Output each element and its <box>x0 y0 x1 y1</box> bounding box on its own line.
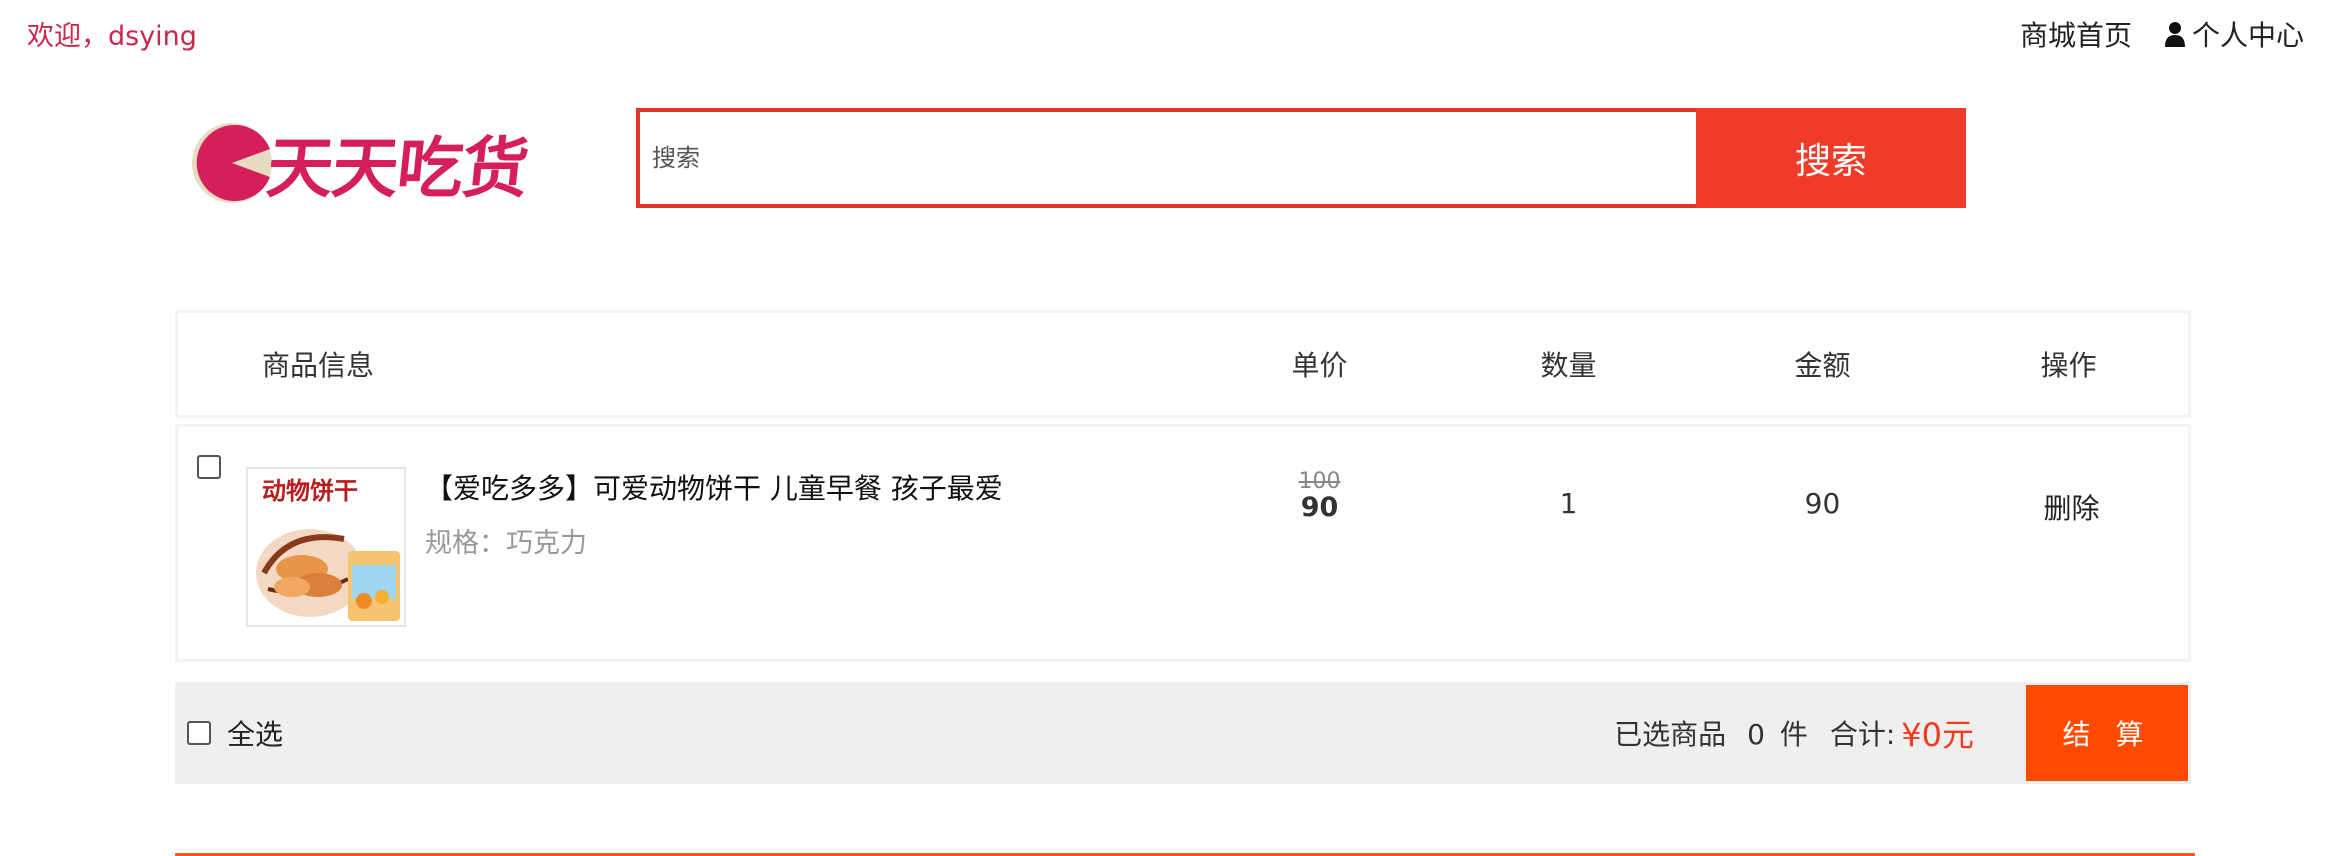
col-header-quantity: 数量 <box>1540 349 1597 382</box>
checkout-button[interactable]: 结 算 <box>2026 685 2188 781</box>
cart-table: 商品信息 单价 数量 金额 操作 动物饼干 【爱吃多多】可爱动物饼干 儿童早餐 … <box>175 310 2191 784</box>
col-header-price: 单价 <box>1291 349 1348 382</box>
cart-footer: 全选 已选商品 0 件 合计: ¥0元 结 算 <box>175 682 2191 784</box>
logo-text: 天天吃货 <box>263 129 532 207</box>
home-link[interactable]: 商城首页 <box>2020 14 2132 54</box>
top-links: 商城首页 个人中心 <box>2020 14 2304 54</box>
search-input[interactable] <box>636 108 1696 208</box>
col-header-action: 操作 <box>2040 349 2097 382</box>
select-all[interactable]: 全选 <box>175 713 283 753</box>
col-header-info: 商品信息 <box>262 349 375 382</box>
item-sale-price: 90 <box>1300 492 1339 523</box>
site-logo[interactable]: 天天吃货 <box>190 118 562 208</box>
selected-label: 已选商品 <box>1614 718 1727 751</box>
item-checkbox[interactable] <box>197 455 221 479</box>
item-title[interactable]: 【爱吃多多】可爱动物饼干 儿童早餐 孩子最爱 <box>425 467 1003 507</box>
selected-count: 0 <box>1747 718 1765 751</box>
selected-summary: 已选商品 0 件 <box>1614 713 1808 753</box>
logo-pacman-icon <box>192 123 272 203</box>
user-center-label: 个人中心 <box>2191 19 2304 52</box>
selected-unit: 件 <box>1779 718 1808 751</box>
item-quantity: 1 <box>1559 487 1578 520</box>
search-box: 搜索 <box>636 108 1966 208</box>
delete-button[interactable]: 删除 <box>1949 487 2194 527</box>
total-value: ¥0元 <box>1901 716 1974 754</box>
welcome-text: 欢迎，dsying <box>27 21 197 52</box>
cart-item-row: 动物饼干 【爱吃多多】可爱动物饼干 儿童早餐 孩子最爱 规格：巧克力 100 9… <box>175 424 2191 662</box>
user-center-link[interactable]: 个人中心 <box>2164 14 2304 54</box>
cookie-product-image: 动物饼干 <box>248 469 404 625</box>
item-spec: 规格：巧克力 <box>425 528 587 559</box>
cart-header: 商品信息 单价 数量 金额 操作 <box>175 310 2191 418</box>
col-header-amount: 金额 <box>1794 349 1851 382</box>
item-thumbnail[interactable]: 动物饼干 <box>246 467 406 627</box>
user-icon <box>2164 22 2185 47</box>
select-all-label: 全选 <box>227 718 284 751</box>
select-all-checkbox[interactable] <box>187 721 211 745</box>
total-label: 合计: <box>1829 718 1896 751</box>
item-price: 100 90 <box>1198 469 1441 523</box>
search-button[interactable]: 搜索 <box>1696 108 1966 208</box>
thumb-brand-text: 动物饼干 <box>262 476 358 505</box>
item-amount: 90 <box>1804 487 1841 520</box>
item-original-price: 100 <box>1298 469 1341 494</box>
cart-summary: 已选商品 0 件 合计: ¥0元 结 算 <box>1614 682 2191 784</box>
